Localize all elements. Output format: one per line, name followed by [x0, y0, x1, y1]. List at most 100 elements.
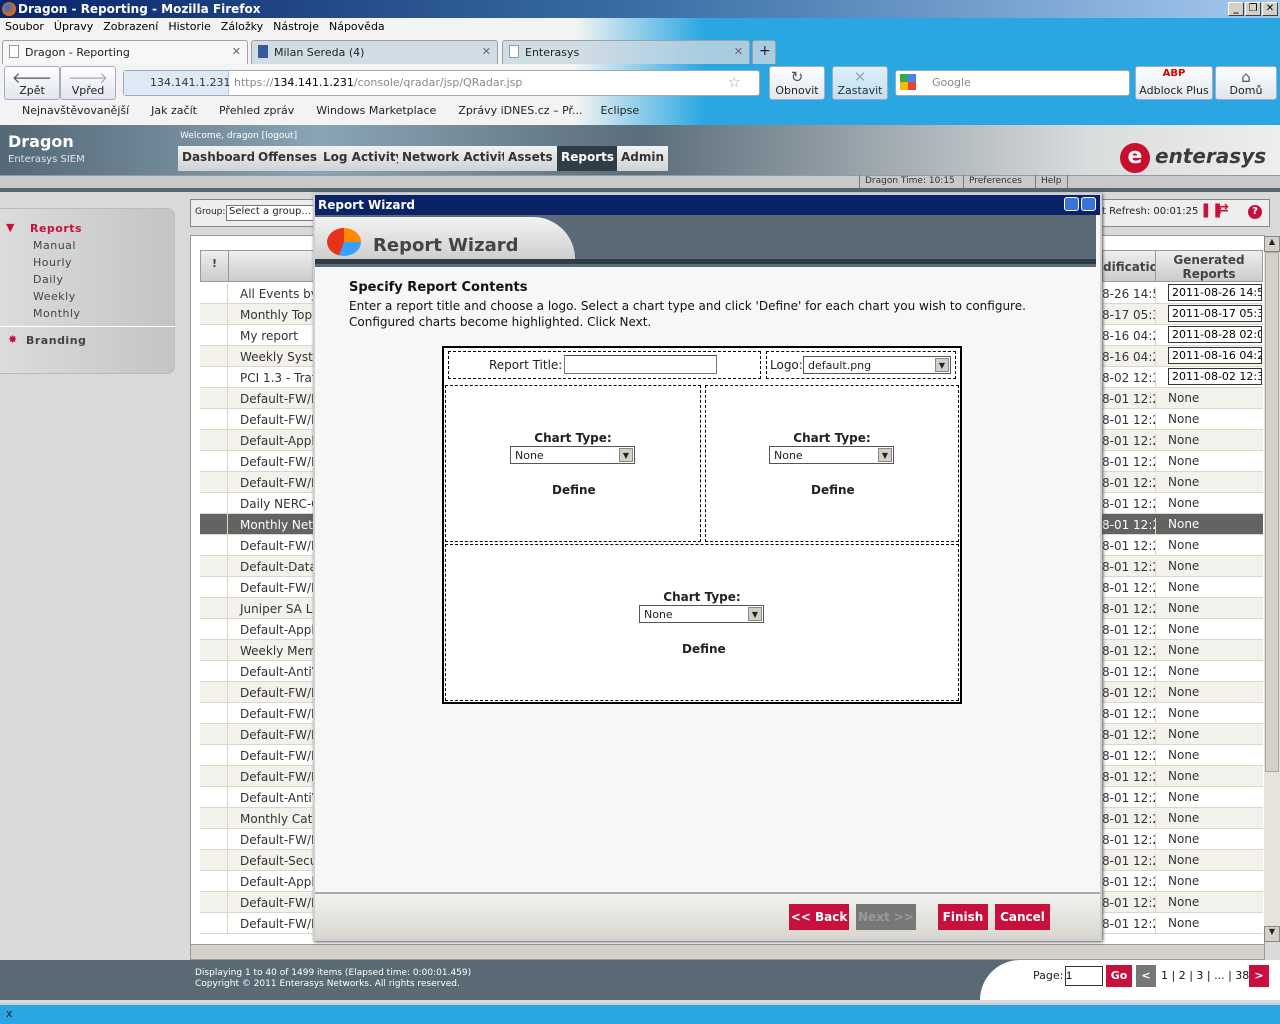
- page-links[interactable]: 1 | 2 | 3 | ... | 38: [1161, 969, 1249, 982]
- define-button-3[interactable]: Define: [682, 642, 726, 656]
- restore-button[interactable]: ❐: [1245, 2, 1261, 16]
- tab-enterasys[interactable]: Enterasys ✕: [502, 40, 750, 64]
- collapse-triangle-icon[interactable]: ▼: [6, 221, 15, 234]
- report-name[interactable]: Default-FW/R: [240, 455, 319, 469]
- close-tab-icon[interactable]: ✕: [482, 45, 491, 58]
- minimize-button[interactable]: _: [1228, 2, 1244, 16]
- menu-upravy[interactable]: Úpravy: [54, 20, 93, 33]
- scroll-thumb[interactable]: [1265, 252, 1279, 772]
- bookmark-eclipse[interactable]: Eclipse: [601, 104, 640, 117]
- back-button[interactable]: 🡐 Zpět: [4, 66, 60, 100]
- generated-reports[interactable]: 2011-08-16 04:23: [1168, 347, 1262, 364]
- define-button-2[interactable]: Define: [811, 483, 855, 497]
- report-name[interactable]: Monthly Netw: [240, 518, 323, 532]
- column-header-generated[interactable]: Generated Reports: [1155, 250, 1263, 282]
- report-name[interactable]: Default-AntiVi: [240, 791, 323, 805]
- go-button[interactable]: Go: [1106, 965, 1132, 987]
- report-name[interactable]: Default-FW/R: [240, 896, 319, 910]
- welcome-text[interactable]: Welcome, dragon [logout]: [180, 131, 297, 141]
- nav-offenses[interactable]: Offenses: [254, 146, 322, 171]
- report-name[interactable]: Default-FW/R: [240, 728, 319, 742]
- menu-zobrazeni[interactable]: Zobrazení: [103, 20, 158, 33]
- url-bar[interactable]: 134.141.1.231 https://134.141.1.231/cons…: [123, 70, 760, 96]
- tab-facebook[interactable]: Milan Sereda (4) ✕: [251, 40, 498, 64]
- logo-select[interactable]: default.png ▼: [803, 356, 951, 374]
- report-name[interactable]: PCI 1.3 - Traf: [240, 371, 316, 385]
- close-tab-icon[interactable]: ✕: [734, 45, 743, 58]
- report-name[interactable]: Default-AntiVi: [240, 665, 323, 679]
- report-name[interactable]: Default-FW/R: [240, 476, 319, 490]
- column-header-flag[interactable]: !: [200, 250, 229, 282]
- menu-nastroje[interactable]: Nástroje: [273, 20, 319, 33]
- scroll-down-button[interactable]: ▼: [1264, 926, 1280, 942]
- chart-type-select-1[interactable]: None ▼: [510, 446, 635, 464]
- nav-network-activity[interactable]: Network Activity: [398, 146, 520, 171]
- search-input[interactable]: Google: [895, 70, 1130, 96]
- report-name[interactable]: Default-FW/R: [240, 539, 319, 553]
- scroll-up-button[interactable]: ▲: [1264, 236, 1280, 252]
- sidebar-item-daily[interactable]: Daily: [33, 273, 63, 286]
- bookmark-getting-started[interactable]: Jak začít: [151, 104, 197, 117]
- sidebar-item-weekly[interactable]: Weekly: [33, 290, 76, 303]
- nav-dashboard[interactable]: Dashboard: [178, 146, 260, 171]
- report-name[interactable]: Default-FW/R: [240, 413, 319, 427]
- chart-type-select-3[interactable]: None ▼: [639, 605, 764, 623]
- close-window-button[interactable]: ✕: [1262, 2, 1278, 16]
- menu-historie[interactable]: Historie: [168, 20, 210, 33]
- report-name[interactable]: Default-Applic: [240, 434, 325, 448]
- refresh-icon[interactable]: ⇄: [1217, 201, 1229, 217]
- page-input[interactable]: [1065, 966, 1103, 986]
- report-name[interactable]: Default-FW/R: [240, 686, 319, 700]
- group-select[interactable]: Select a group...: [226, 205, 316, 221]
- site-identity[interactable]: 134.141.1.231: [124, 71, 230, 95]
- reload-button[interactable]: ↻ Obnovit: [769, 66, 825, 100]
- nav-admin[interactable]: Admin: [617, 146, 669, 171]
- report-name[interactable]: Default-FW/R: [240, 749, 319, 763]
- report-name[interactable]: Daily NERC-C: [240, 497, 320, 511]
- generated-reports[interactable]: 2011-08-28 02:00: [1168, 326, 1262, 343]
- nav-assets[interactable]: Assets: [504, 146, 557, 171]
- chart-type-select-2[interactable]: None ▼: [769, 446, 894, 464]
- report-name[interactable]: Default-FW/R: [240, 392, 319, 406]
- report-name[interactable]: Weekly Syste: [240, 350, 320, 364]
- bookmark-star-icon[interactable]: ☆: [728, 73, 741, 91]
- sidebar-item-hourly[interactable]: Hourly: [33, 256, 72, 269]
- finish-button[interactable]: Finish: [938, 904, 988, 930]
- report-name[interactable]: Default-FW/R: [240, 833, 319, 847]
- report-name[interactable]: Juniper SA La: [240, 602, 320, 616]
- bookmark-news[interactable]: Přehled zpráv: [219, 104, 294, 117]
- stop-button[interactable]: ✕ Zastavit: [832, 66, 888, 100]
- report-name[interactable]: Default-Applic: [240, 875, 325, 889]
- bookmark-idnes[interactable]: Zprávy iDNES.cz – Př...: [458, 104, 582, 117]
- report-name[interactable]: Default-Secu: [240, 854, 317, 868]
- home-button[interactable]: ⌂ Domů: [1215, 66, 1277, 100]
- forward-button[interactable]: 🡒 Vpřed: [60, 66, 116, 100]
- tab-dragon-reporting[interactable]: Dragon - Reporting ✕: [2, 40, 248, 64]
- report-name[interactable]: Default-FW/R: [240, 770, 319, 784]
- bookmark-most-visited[interactable]: Nejnavštěvovanější: [22, 104, 129, 117]
- menu-zalozky[interactable]: Záložky: [221, 20, 263, 33]
- menu-soubor[interactable]: Soubor: [5, 20, 44, 33]
- generated-reports[interactable]: 2011-08-26 14:53: [1168, 284, 1262, 301]
- horizontal-scrollbar[interactable]: [190, 944, 1265, 960]
- close-tab-icon[interactable]: ✕: [232, 45, 241, 58]
- new-tab-button[interactable]: +: [752, 40, 776, 64]
- nav-log-activity[interactable]: Log Activity: [319, 146, 408, 171]
- generated-reports[interactable]: 2011-08-02 12:34: [1168, 368, 1262, 385]
- report-name[interactable]: Monthly Top T: [240, 308, 323, 322]
- report-name[interactable]: Default-FW/R: [240, 707, 319, 721]
- help-link[interactable]: Help: [1035, 175, 1068, 188]
- report-name[interactable]: Weekly Memo: [240, 644, 324, 658]
- report-name[interactable]: Default-FW/R: [240, 917, 319, 931]
- define-button-1[interactable]: Define: [552, 483, 596, 497]
- sidebar-item-branding[interactable]: Branding: [26, 334, 86, 347]
- report-name[interactable]: All Events by: [240, 287, 318, 301]
- report-title-input[interactable]: [564, 355, 717, 374]
- sidebar-item-reports[interactable]: Reports: [30, 222, 82, 235]
- report-name[interactable]: Default-FW/R: [240, 581, 319, 595]
- vertical-scrollbar[interactable]: ▲ ▼: [1264, 236, 1280, 942]
- generated-reports[interactable]: 2011-08-17 05:36: [1168, 305, 1262, 322]
- nav-reports[interactable]: Reports: [557, 146, 619, 171]
- next-page-button[interactable]: >: [1249, 965, 1269, 987]
- report-name[interactable]: My report: [240, 329, 298, 343]
